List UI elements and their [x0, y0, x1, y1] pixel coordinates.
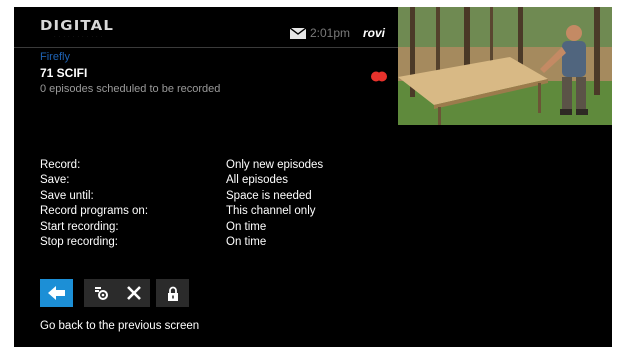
record-indicator-icon: [371, 71, 387, 82]
recording-settings: Record: Only new episodes Save: All epis…: [40, 159, 420, 251]
lock-button[interactable]: [156, 279, 189, 307]
back-button[interactable]: [40, 279, 73, 307]
setting-label: Record programs on:: [40, 205, 149, 218]
setting-label: Record:: [40, 159, 81, 171]
setting-value: On time: [226, 235, 267, 248]
rovi-logo: rovi: [363, 26, 386, 40]
help-text: Go back to the previous screen: [40, 320, 200, 332]
setting-value: On time: [226, 220, 267, 233]
close-x-icon: [126, 286, 141, 300]
setting-row-stop[interactable]: Stop recording: On time: [40, 236, 420, 251]
header-divider: [14, 47, 398, 48]
delete-button[interactable]: [117, 279, 150, 307]
episodes-scheduled-text: 0 episodes scheduled to be recorded: [40, 83, 221, 95]
setting-row-record-on[interactable]: Record programs on: This channel only: [40, 205, 420, 220]
clock-time: 2:01pm: [310, 26, 351, 40]
setting-row-save-until[interactable]: Save until: Space is needed: [40, 190, 420, 205]
setting-label: Save until:: [40, 189, 94, 202]
setting-value: This channel only: [226, 205, 316, 218]
program-title: Firefly: [40, 51, 70, 63]
setting-label: Stop recording:: [40, 235, 118, 248]
program-channel: 71 SCIFI: [40, 66, 88, 80]
setting-row-save[interactable]: Save: All episodes: [40, 174, 420, 189]
lock-icon: [167, 286, 178, 301]
setting-value: All episodes: [226, 174, 289, 187]
mail-icon: [290, 28, 306, 39]
back-arrow-icon: [47, 286, 65, 300]
setting-row-record[interactable]: Record: Only new episodes: [40, 159, 420, 174]
setting-label: Save:: [40, 174, 70, 187]
tv-screen: DIGITAL ··········· 2:01pm rovi Firefly …: [14, 7, 612, 347]
setting-row-start[interactable]: Start recording: On time: [40, 221, 420, 236]
settings-button[interactable]: [84, 279, 117, 307]
logo-subtext: ···········: [54, 34, 106, 40]
video-preview: [398, 7, 612, 125]
setting-value: Space is needed: [226, 189, 312, 202]
setting-value: Only new episodes: [226, 159, 324, 171]
setting-label: Start recording:: [40, 220, 119, 233]
digital-logo: DIGITAL: [40, 19, 114, 34]
gear-settings-icon: [94, 287, 108, 300]
